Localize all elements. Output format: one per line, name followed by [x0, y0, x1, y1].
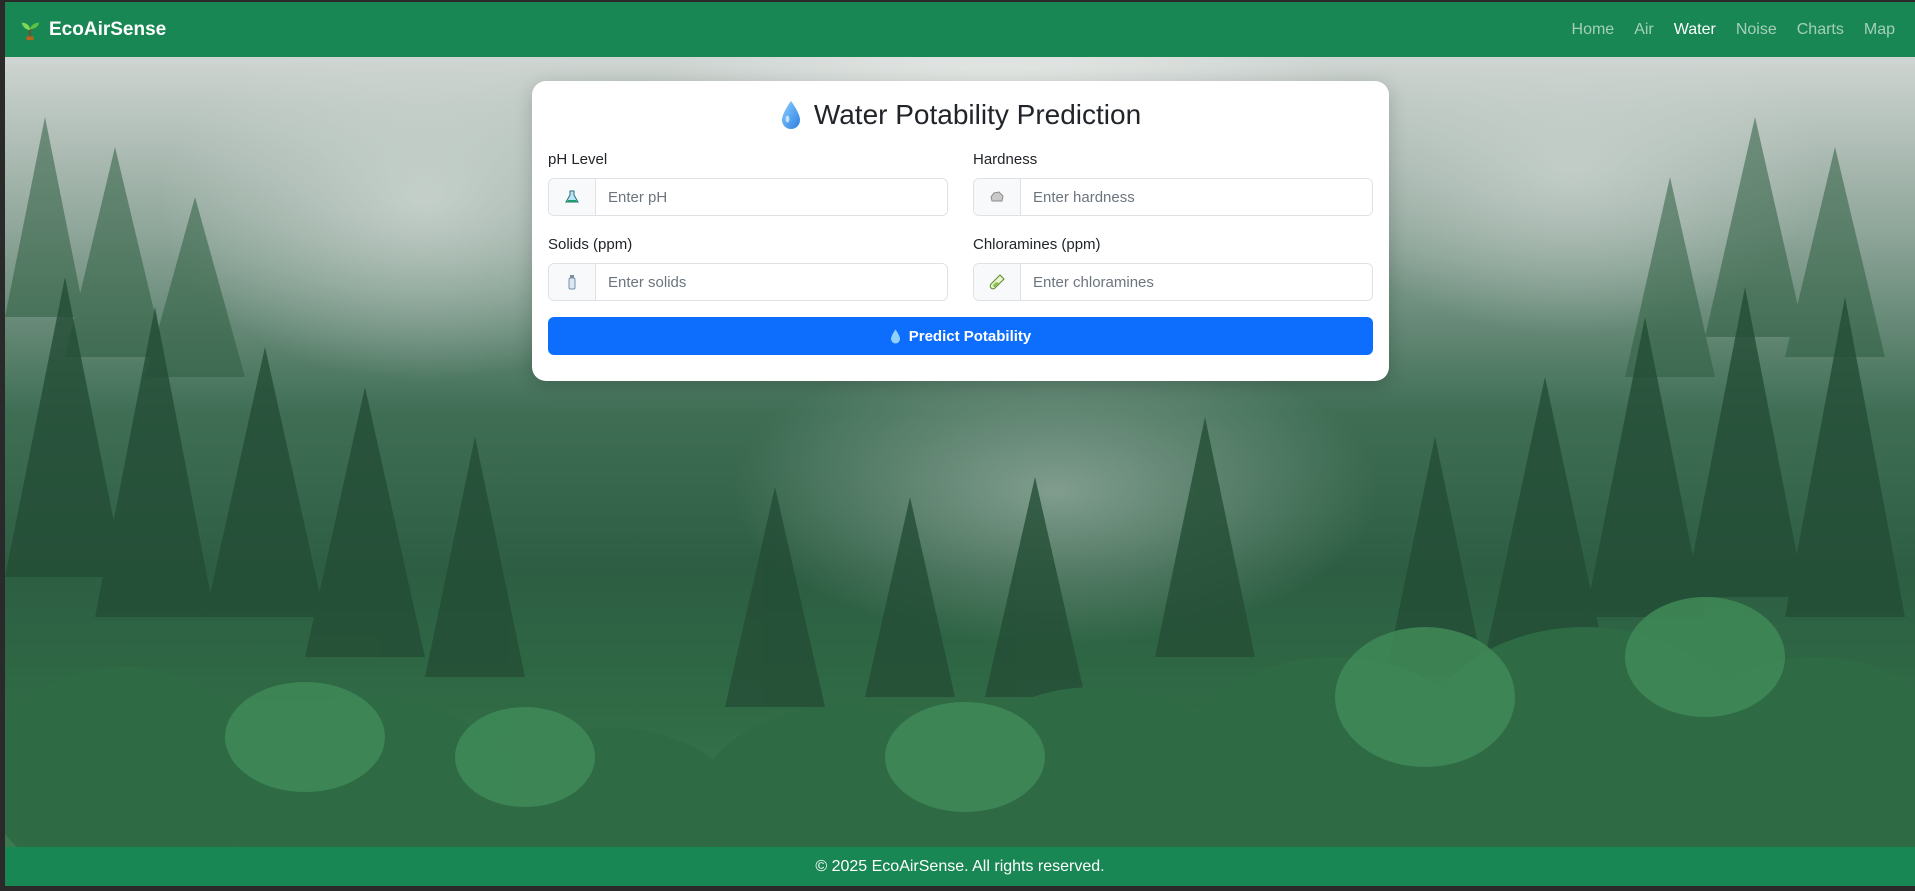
nav-map[interactable]: Map	[1864, 21, 1895, 39]
droplet-icon	[781, 101, 800, 129]
navbar: EcoAirSense Home Air Water Noise Charts …	[5, 2, 1915, 57]
ph-field-group: pH Level	[548, 151, 948, 216]
nav-water[interactable]: Water	[1674, 21, 1716, 39]
hardness-input[interactable]	[1021, 179, 1372, 215]
rock-icon	[974, 179, 1021, 215]
ph-input-group	[548, 178, 948, 216]
title-text: Water Potability Prediction	[813, 99, 1142, 130]
solids-field-group: Solids (ppm)	[548, 236, 948, 301]
app-frame: EcoAirSense Home Air Water Noise Charts …	[5, 2, 1915, 886]
predict-button[interactable]: Predict Potability	[548, 317, 1373, 355]
page-title: Water Potability Prediction	[548, 97, 1373, 133]
chloramines-input[interactable]	[1021, 264, 1372, 300]
brand-name: EcoAirSense	[49, 18, 167, 40]
nav-air[interactable]: Air	[1634, 21, 1654, 39]
flask-icon	[549, 179, 596, 215]
nav-charts[interactable]: Charts	[1797, 21, 1844, 39]
chloramines-field-group: Chloramines (ppm)	[973, 236, 1373, 301]
test-tube-icon	[974, 264, 1021, 300]
footer-text: © 2025 EcoAirSense. All rights reserved.	[815, 857, 1105, 875]
nav-home[interactable]: Home	[1572, 21, 1615, 39]
chloramines-input-group	[973, 263, 1373, 301]
ph-input[interactable]	[596, 179, 947, 215]
solids-label: Solids (ppm)	[548, 236, 633, 253]
predict-button-label: Predict Potability	[908, 327, 1032, 345]
droplet-icon	[890, 329, 900, 343]
chloramines-label: Chloramines (ppm)	[973, 236, 1101, 253]
hardness-input-group	[973, 178, 1373, 216]
prediction-card: Water Potability Prediction pH Level Har…	[532, 81, 1389, 381]
seedling-icon	[21, 22, 40, 40]
bottle-icon	[549, 264, 596, 300]
nav-noise[interactable]: Noise	[1736, 21, 1777, 39]
form-grid: pH Level Hardness Solids (	[548, 151, 1373, 301]
hardness-field-group: Hardness	[973, 151, 1373, 216]
footer: © 2025 EcoAirSense. All rights reserved.	[5, 847, 1915, 886]
ph-label: pH Level	[548, 151, 608, 168]
hardness-label: Hardness	[973, 151, 1038, 168]
solids-input[interactable]	[596, 264, 947, 300]
nav-links: Home Air Water Noise Charts Map	[1572, 21, 1895, 39]
brand[interactable]: EcoAirSense	[19, 19, 166, 41]
solids-input-group	[548, 263, 948, 301]
